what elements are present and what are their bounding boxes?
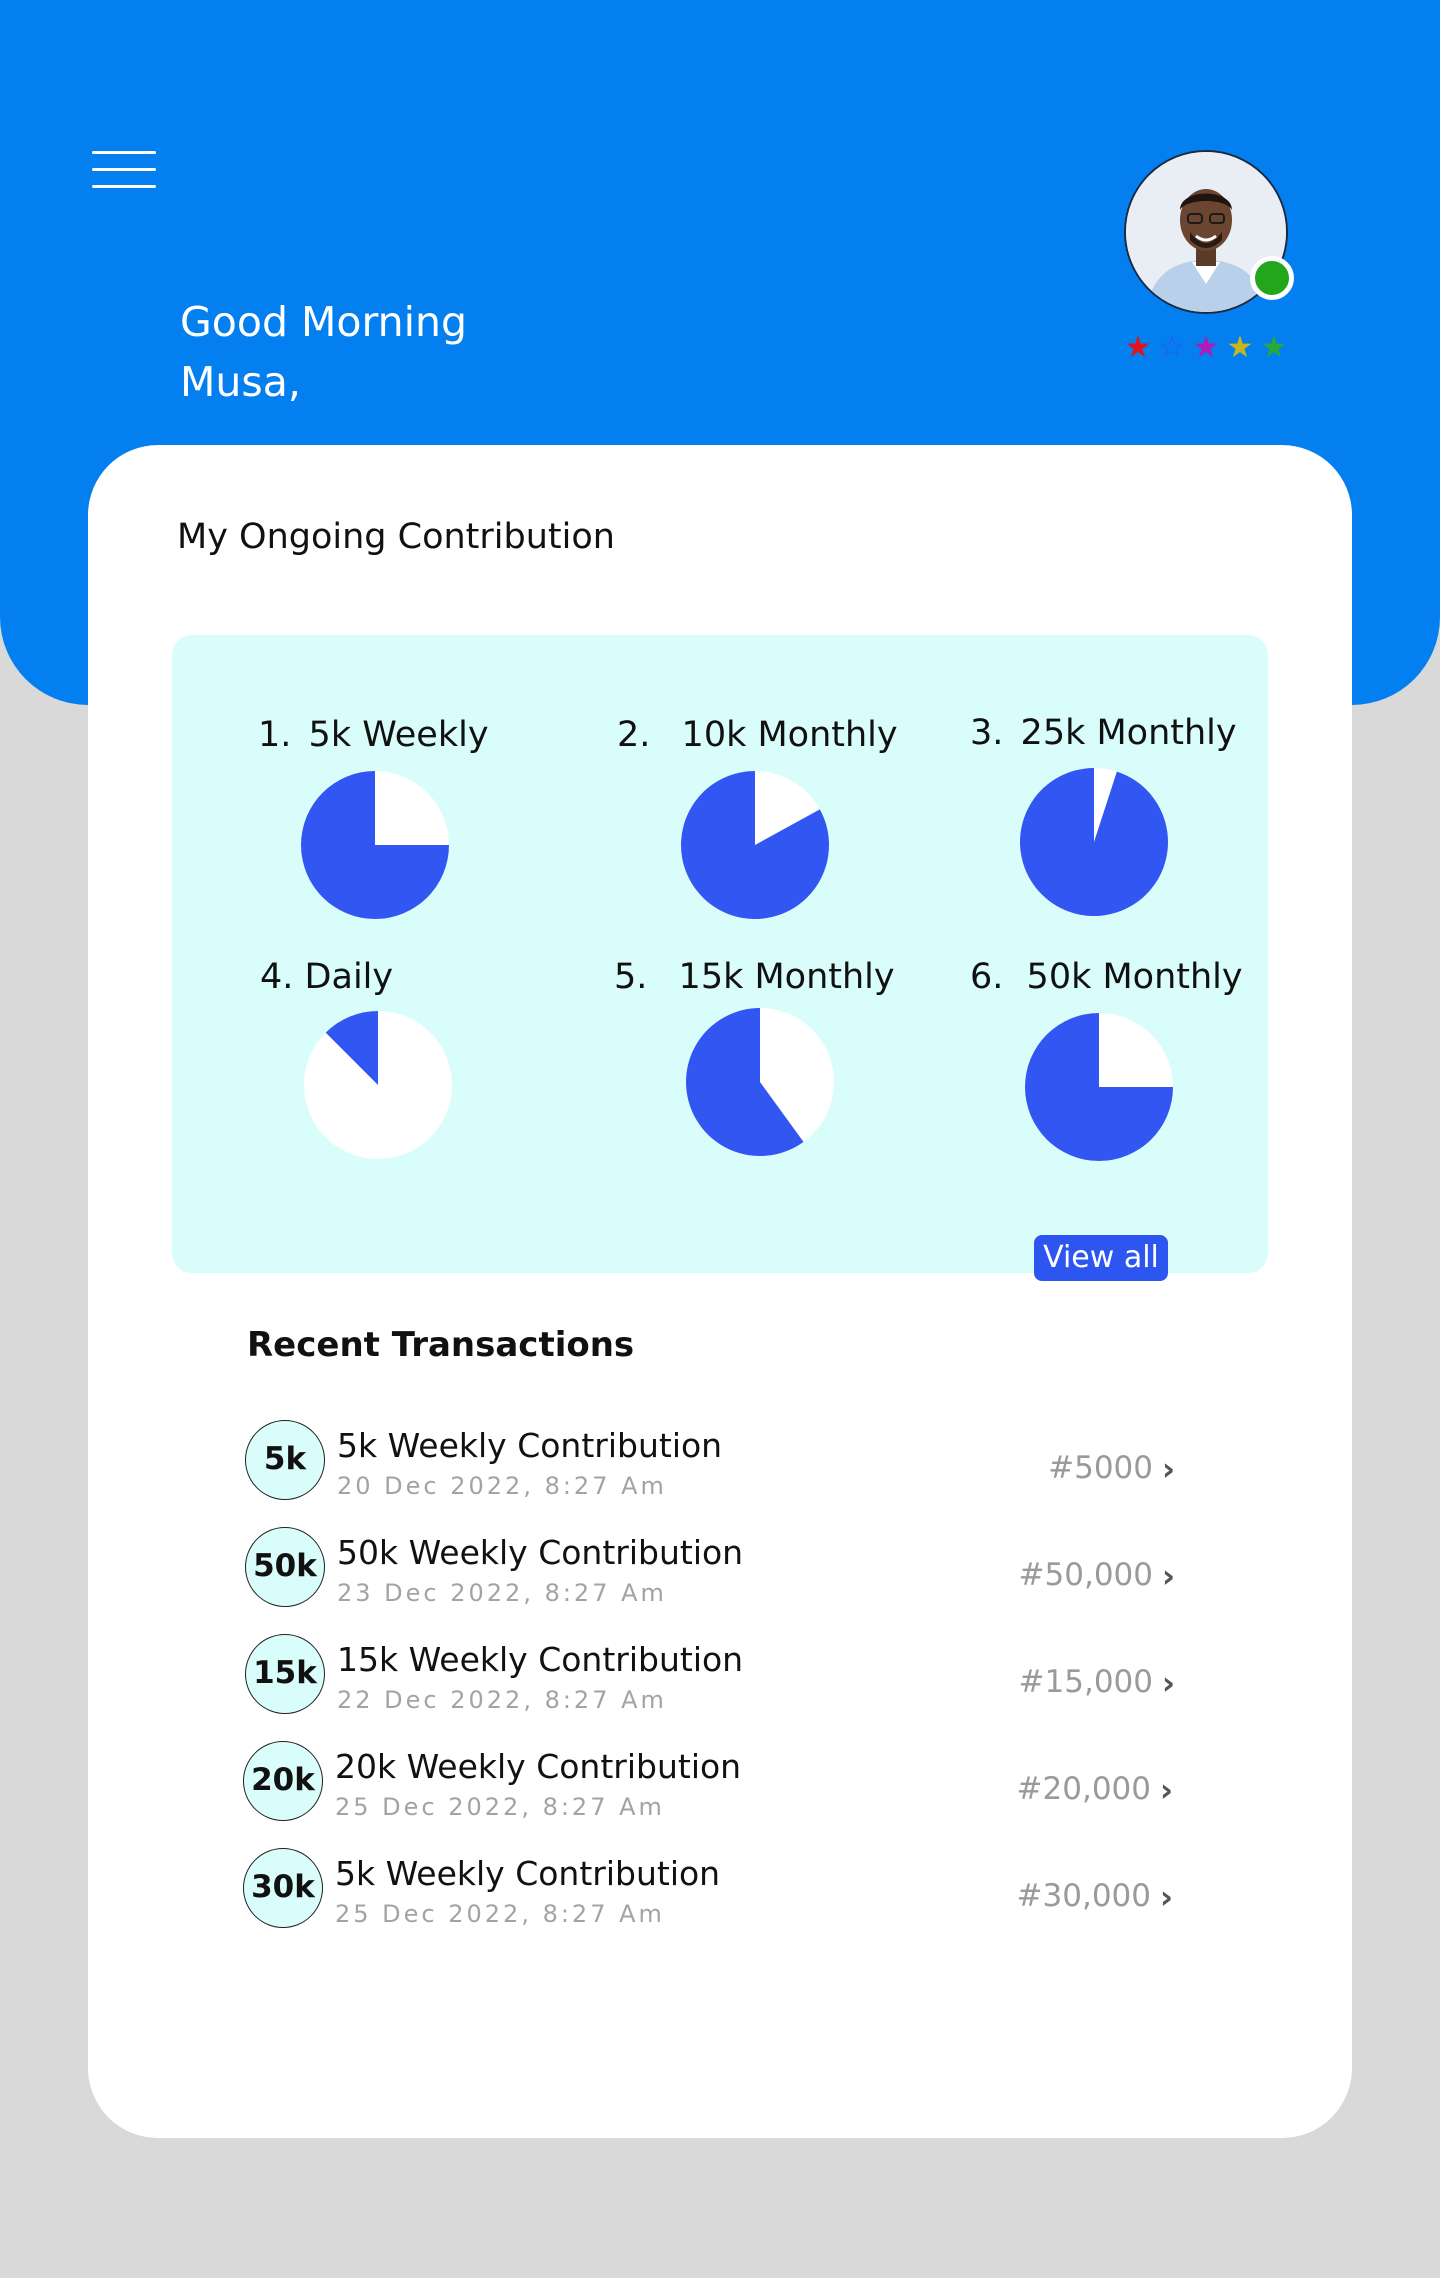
contribution-number: 3.	[970, 713, 1004, 753]
star-icon: ★	[1226, 330, 1254, 365]
main-card: My Ongoing Contribution 1. 5k Weekly 2. …	[88, 445, 1352, 2138]
transaction-badge: 15k	[245, 1634, 325, 1714]
greeting-name: Musa,	[180, 358, 301, 406]
contribution-name: 10k Monthly	[681, 715, 898, 755]
contribution-label-2: 2. 10k Monthly	[617, 715, 898, 755]
view-all-button[interactable]: View all	[1034, 1235, 1168, 1281]
transaction-row[interactable]: 20k 20k Weekly Contribution 25 Dec 2022,…	[243, 1741, 1203, 1825]
star-icon: ★	[1124, 330, 1152, 365]
rating-stars: ★ ☆ ★ ★ ★	[1122, 331, 1290, 365]
contribution-name: 50k Monthly	[1026, 957, 1243, 997]
transaction-row[interactable]: 5k 5k Weekly Contribution 20 Dec 2022, 8…	[245, 1420, 1205, 1504]
greeting-line1: Good Morning	[180, 298, 467, 346]
transaction-amount: #30,000	[1016, 1878, 1151, 1914]
transaction-title: 5k Weekly Contribution	[335, 1854, 721, 1893]
contribution-name: 15k Monthly	[678, 957, 895, 997]
contribution-label-3: 3. 25k Monthly	[970, 713, 1237, 753]
transaction-title: 5k Weekly Contribution	[337, 1426, 723, 1465]
transaction-row[interactable]: 30k 5k Weekly Contribution 25 Dec 2022, …	[243, 1848, 1203, 1932]
contribution-name: 25k Monthly	[1020, 713, 1237, 753]
transaction-title: 20k Weekly Contribution	[335, 1747, 742, 1786]
greeting: Good Morning Musa,	[180, 292, 467, 412]
menu-bar	[92, 185, 156, 188]
contribution-pie-4[interactable]	[303, 1010, 453, 1160]
contribution-pie-3[interactable]	[1019, 767, 1169, 917]
star-icon: ★	[1192, 330, 1220, 365]
star-icon: ★	[1260, 330, 1288, 365]
transaction-date: 25 Dec 2022, 8:27 Am	[335, 1793, 665, 1821]
transaction-badge: 5k	[245, 1420, 325, 1500]
hamburger-menu-icon[interactable]	[92, 148, 156, 190]
contribution-label-6: 6. 50k Monthly	[970, 957, 1243, 997]
contribution-label-1: 1. 5k Weekly	[258, 715, 489, 755]
contribution-pie-2[interactable]	[680, 770, 830, 920]
contribution-pie-6[interactable]	[1024, 1012, 1174, 1162]
menu-bar	[92, 151, 156, 154]
contributions-panel: 1. 5k Weekly 2. 10k Monthly 3. 25k Month…	[172, 635, 1268, 1281]
transaction-row[interactable]: 15k 15k Weekly Contribution 22 Dec 2022,…	[245, 1634, 1205, 1718]
chevron-right-icon[interactable]: ›	[1162, 1450, 1175, 1488]
transaction-row[interactable]: 50k 50k Weekly Contribution 23 Dec 2022,…	[245, 1527, 1205, 1611]
contribution-pie-5[interactable]	[685, 1007, 835, 1157]
contribution-label-5: 5. 15k Monthly	[614, 957, 895, 997]
transaction-title: 50k Weekly Contribution	[337, 1533, 744, 1572]
transaction-date: 23 Dec 2022, 8:27 Am	[337, 1579, 667, 1607]
transaction-badge: 20k	[243, 1741, 323, 1821]
contribution-number: 2.	[617, 715, 651, 755]
transaction-date: 22 Dec 2022, 8:27 Am	[337, 1686, 667, 1714]
profile-avatar[interactable]	[1124, 150, 1294, 314]
chevron-right-icon[interactable]: ›	[1160, 1878, 1173, 1916]
contribution-name: 5k Weekly	[308, 715, 489, 755]
menu-bar	[92, 168, 156, 171]
chevron-right-icon[interactable]: ›	[1162, 1664, 1175, 1702]
online-status-indicator	[1250, 256, 1294, 300]
transaction-badge: 50k	[245, 1527, 325, 1607]
star-icon: ☆	[1158, 330, 1186, 365]
transaction-title: 15k Weekly Contribution	[337, 1640, 744, 1679]
transaction-amount: #5000	[1048, 1450, 1153, 1486]
contributions-title: My Ongoing Contribution	[177, 517, 615, 557]
contribution-number: 6.	[970, 957, 1004, 997]
chevron-right-icon[interactable]: ›	[1160, 1771, 1173, 1809]
contribution-label-4: 4. Daily	[260, 957, 393, 997]
transaction-date: 20 Dec 2022, 8:27 Am	[337, 1472, 667, 1500]
transaction-amount: #50,000	[1018, 1557, 1153, 1593]
contribution-number: 1.	[258, 715, 292, 755]
recent-transactions-title: Recent Transactions	[247, 1325, 635, 1365]
chevron-right-icon[interactable]: ›	[1162, 1557, 1175, 1595]
transaction-amount: #15,000	[1018, 1664, 1153, 1700]
transaction-amount: #20,000	[1016, 1771, 1151, 1807]
pie-progress	[1020, 768, 1168, 916]
contribution-pie-1[interactable]	[300, 770, 450, 920]
contribution-number: 4.	[260, 957, 294, 997]
contribution-name: Daily	[304, 957, 394, 997]
contribution-number: 5.	[614, 957, 648, 997]
transaction-date: 25 Dec 2022, 8:27 Am	[335, 1900, 665, 1928]
transaction-badge: 30k	[243, 1848, 323, 1928]
